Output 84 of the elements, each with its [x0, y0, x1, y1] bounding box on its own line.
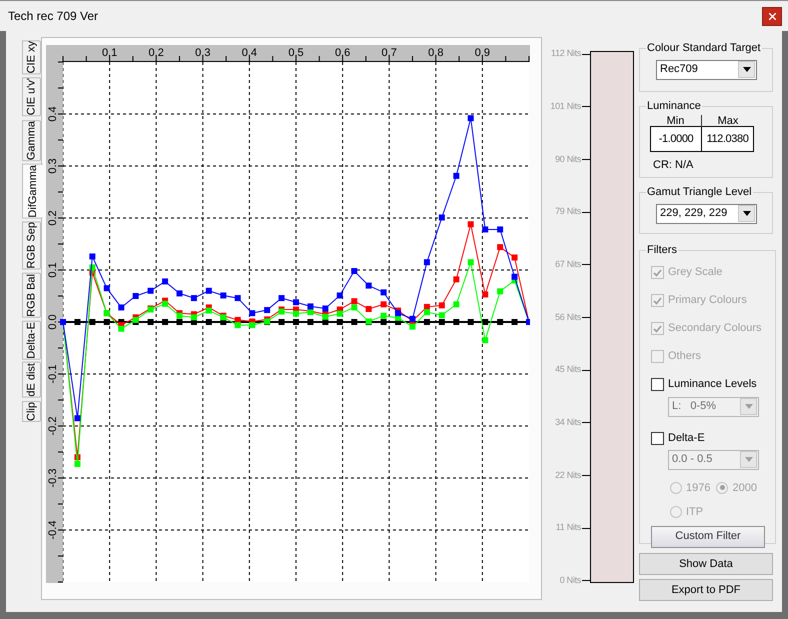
data-marker	[482, 319, 488, 325]
contrast-ratio: CR: N/A	[653, 158, 694, 173]
close-button[interactable]	[762, 6, 782, 26]
checkbox[interactable]	[651, 432, 664, 445]
group-title: Gamut Triangle Level	[646, 185, 753, 200]
axis-tick-label: 0.9	[474, 47, 490, 59]
checkbox-label: Luminance Levels	[668, 377, 757, 392]
radio-label: 1976	[686, 480, 710, 496]
scale-label: 22 Nits	[555, 468, 581, 482]
checkbox[interactable]	[651, 378, 664, 391]
checkbox-label: Delta-E	[668, 431, 705, 446]
table-cell: 112.0380	[702, 126, 753, 151]
tab[interactable]: RGB Bal	[22, 272, 41, 318]
axis-tick-label: 0.2	[148, 47, 164, 59]
dropdown[interactable]: Rec709	[656, 60, 757, 80]
checkmark-icon	[653, 268, 662, 276]
axis-tick-label: 0.3	[195, 47, 210, 59]
table-cell: -1.0000	[651, 126, 702, 151]
tab[interactable]: dE dist	[22, 362, 41, 398]
data-marker	[162, 319, 168, 325]
checkbox-label: Grey Scale	[668, 265, 722, 280]
tab[interactable]: DifGamma	[22, 164, 43, 218]
data-marker	[278, 319, 285, 325]
checkbox-label: Primary Colours	[668, 293, 747, 308]
scale-label: 45 Nits	[555, 363, 581, 376]
checkbox-label: Secondary Colours	[668, 321, 762, 336]
tab[interactable]: Gamma	[22, 120, 41, 161]
radio-label: 2000	[732, 480, 757, 496]
data-marker	[497, 244, 504, 250]
scale-label: 34 Nits	[555, 416, 581, 430]
scale-label: 0 Nits	[560, 574, 581, 588]
data-marker	[512, 319, 518, 325]
data-marker	[264, 307, 270, 314]
axis-tick-label: 0.6	[334, 47, 350, 59]
axis-tick-label: 0.1	[47, 262, 59, 278]
action-button[interactable]: Show Data	[639, 553, 773, 575]
data-marker	[293, 319, 299, 325]
axis-tick-label: -0.1	[47, 364, 59, 384]
data-marker	[278, 295, 285, 302]
scale-label: 112 Nits	[551, 47, 581, 60]
data-marker	[497, 319, 504, 325]
axis-tick-label: -0.2	[47, 416, 59, 436]
axis-tick-label: 0.1	[102, 47, 118, 59]
axis-tick-label: 0.5	[288, 47, 304, 59]
data-marker	[249, 310, 256, 316]
checkbox-label: Others	[668, 349, 702, 364]
data-marker	[482, 337, 488, 344]
axis-tick-label: 0.4	[242, 47, 258, 59]
data-marker	[132, 293, 139, 299]
group-title: Luminance	[646, 99, 702, 114]
axis-tick-label: 0.3	[47, 158, 59, 174]
scale-label: 67 Nits	[555, 258, 581, 271]
dropdown[interactable]: 229, 229, 229	[656, 204, 757, 224]
action-button[interactable]: Export to PDF	[639, 579, 773, 601]
tab[interactable]: CIE u'v'	[22, 77, 41, 117]
window-title: Tech rec 709 Ver	[8, 8, 98, 25]
data-marker	[148, 319, 154, 325]
radio-label: ITP	[686, 505, 704, 520]
data-marker	[512, 254, 518, 261]
axis-tick-label: -0.3	[47, 468, 59, 488]
table-header: Max	[716, 114, 740, 128]
axis-tick-label: 0.7	[382, 47, 397, 59]
tab[interactable]: CIE xy	[22, 40, 41, 74]
custom-filter-button[interactable]: Custom Filter	[651, 526, 765, 548]
scale-label: 79 Nits	[555, 205, 581, 218]
tab[interactable]: Delta-E	[22, 320, 41, 360]
scale-label: 11 Nits	[556, 521, 581, 534]
tab[interactable]: RGB Sep	[22, 221, 41, 270]
axis-tick-label: 0.2	[47, 210, 59, 226]
axis-tick-label: 0.8	[428, 47, 444, 59]
checkmark-icon	[653, 296, 662, 304]
scale-label: 90 Nits	[555, 152, 581, 166]
axis-tick-label: 0.0	[47, 314, 59, 330]
close-icon	[768, 12, 776, 20]
data-marker	[366, 306, 372, 312]
axis-tick-label: 0.4	[47, 106, 59, 122]
data-marker	[366, 282, 372, 289]
group-title: Filters	[646, 243, 678, 258]
tab[interactable]: Clip	[22, 400, 41, 422]
checkmark-icon	[653, 324, 662, 332]
axis-tick-label: -0.4	[47, 520, 59, 540]
group-title: Colour Standard Target	[646, 41, 762, 56]
scale-label: 56 Nits	[555, 310, 581, 324]
scale-label: 101 Nits	[550, 100, 581, 113]
